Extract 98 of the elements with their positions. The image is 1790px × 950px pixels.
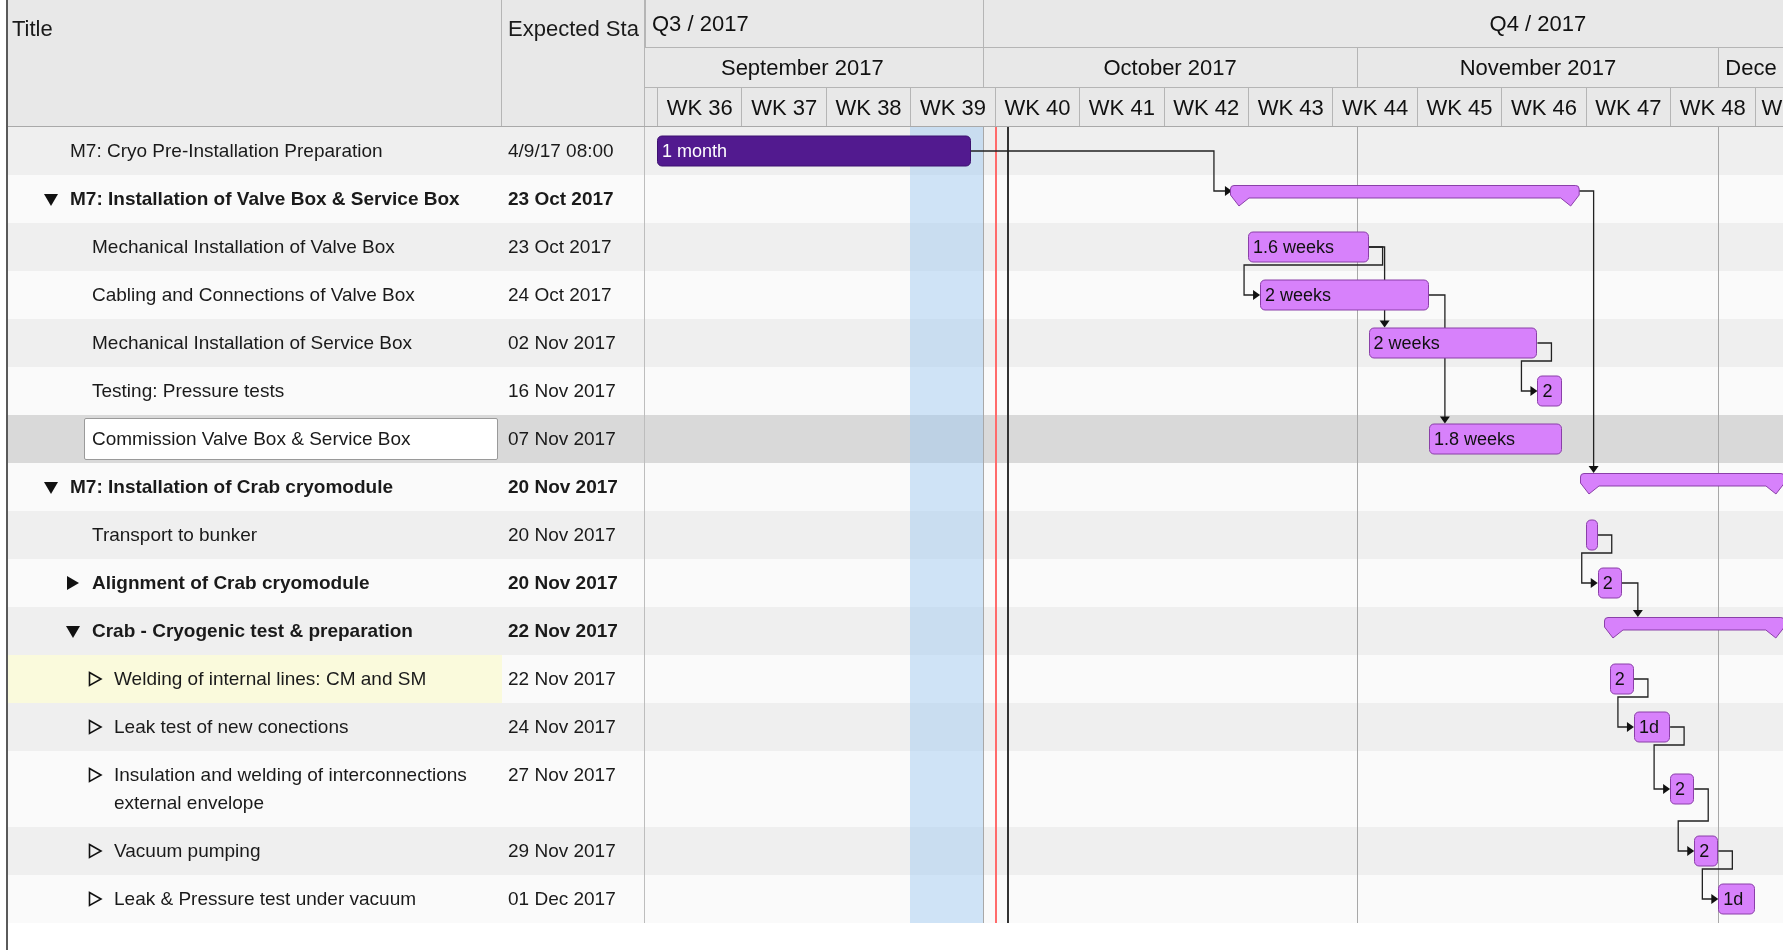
title-edit-field[interactable]: Commission Valve Box & Service Box — [84, 418, 498, 460]
quarter-header: Q4 / 2017 — [982, 0, 1783, 47]
column-header[interactable]: Title — [8, 0, 502, 126]
task-bar[interactable]: 1.8 weeks — [1428, 423, 1562, 455]
week-header: WK 38 — [825, 88, 911, 126]
dependency-arrow — [1581, 534, 1613, 588]
start-date: 23 Oct 2017 — [508, 236, 612, 257]
task-title: M7: Installation of Crab cryomodule — [70, 475, 394, 499]
task-title: Leak test of new conections — [114, 715, 349, 739]
task-bar[interactable]: 2 — [1597, 567, 1622, 599]
task-title: Leak & Pressure test under vacuum — [114, 887, 417, 911]
start-date: 07 Nov 2017 — [508, 428, 616, 449]
task-title: Vacuum pumping — [114, 839, 261, 863]
disclosure-triangle-icon[interactable] — [87, 891, 103, 907]
table-row[interactable]: M7: Installation of Valve Box & Service Box 23 Oct 2017 — [8, 175, 1783, 223]
table-row[interactable]: Commission Valve Box & Service Box 07 Nov 2017 1.8 weeks — [8, 415, 1783, 463]
table-row[interactable]: M7: Installation of Crab cryomodule 20 Nov 2017 — [8, 463, 1783, 511]
table-row[interactable]: Leak & Pressure test under vacuum 01 Dec 2017 1d — [8, 875, 1783, 923]
table-row[interactable]: Mechanical Installation of Service Box 02 Nov 2017 2 weeks — [8, 319, 1783, 367]
table-row[interactable]: Welding of internal lines: CM and SM 22 Nov 2017 2 — [8, 655, 1783, 703]
table-row[interactable]: Insulation and welding of interconnections external envelope 27 Nov 2017 2 — [8, 751, 1783, 827]
task-title: Mechanical Installation of Valve Box — [92, 235, 395, 259]
quarter-header: Q3 / 2017 — [645, 0, 983, 47]
start-date: 24 Nov 2017 — [508, 716, 616, 737]
task-title: Mechanical Installation of Service Box — [92, 331, 412, 355]
disclosure-triangle-icon[interactable] — [65, 623, 81, 639]
task-bar[interactable]: 1.6 weeks — [1248, 231, 1369, 263]
disclosure-triangle-icon[interactable] — [87, 671, 103, 687]
week-header: WK 47 — [1585, 88, 1671, 126]
table-row[interactable]: Vacuum pumping 29 Nov 2017 2 — [8, 827, 1783, 875]
task-title: Testing: Pressure tests — [92, 379, 285, 403]
task-bar[interactable]: 2 weeks — [1260, 279, 1429, 311]
summary-bar[interactable] — [1579, 473, 1783, 495]
task-bar[interactable]: 2 — [1694, 835, 1719, 867]
task-title: Transport to bunker — [92, 523, 258, 547]
task-title: Insulation and welding of interconnections external envelope — [114, 763, 468, 815]
week-header: WK 46 — [1501, 88, 1586, 126]
table-row[interactable]: Leak test of new conections 24 Nov 2017 1d — [8, 703, 1783, 751]
table-row[interactable]: Testing: Pressure tests 16 Nov 2017 2 — [8, 367, 1783, 415]
week-header: WK 40 — [994, 88, 1080, 126]
task-title: Alignment of Crab cryomodule — [92, 571, 370, 595]
week-header: WK 45 — [1416, 88, 1502, 126]
disclosure-triangle-icon[interactable] — [43, 191, 59, 207]
table-row[interactable]: Mechanical Installation of Valve Box 23 Oct 2017 1.6 weeks — [8, 223, 1783, 271]
task-bar[interactable]: 1d — [1633, 711, 1671, 743]
table-row[interactable]: Alignment of Crab cryomodule 20 Nov 2017 2 — [8, 559, 1783, 607]
task-bar[interactable]: 1 month — [657, 135, 971, 167]
month-header: September 2017 — [645, 48, 983, 87]
column-header[interactable]: Expected Sta — [502, 0, 645, 126]
table-row[interactable]: M7: Cryo Pre-Installation Preparation 4/9/17 08:00 1 month — [8, 127, 1783, 175]
task-title: Welding of internal lines: CM and SM — [114, 667, 427, 691]
week-header: WK 41 — [1079, 88, 1164, 126]
task-title: M7: Installation of Valve Box & Service Box — [70, 187, 460, 211]
summary-bar[interactable] — [1603, 617, 1783, 639]
week-header: WK 36 — [657, 88, 742, 126]
start-date: 20 Nov 2017 — [508, 476, 618, 497]
start-date: 22 Nov 2017 — [508, 668, 616, 689]
disclosure-triangle-icon[interactable] — [65, 575, 81, 591]
disclosure-triangle-icon[interactable] — [87, 767, 103, 783]
task-bar[interactable]: 1d — [1718, 883, 1755, 915]
task-bar[interactable] — [1585, 519, 1598, 551]
week-header: WK 39 — [910, 88, 995, 126]
week-header: WK 43 — [1248, 88, 1333, 126]
summary-bar[interactable] — [1229, 185, 1580, 207]
month-header: October 2017 — [982, 48, 1357, 87]
task-title: Crab - Cryogenic test & preparation — [92, 619, 413, 643]
table-row[interactable]: Transport to bunker 20 Nov 2017 — [8, 511, 1783, 559]
start-date: 24 Oct 2017 — [508, 284, 612, 305]
week-header: WK 48 — [1670, 88, 1755, 126]
table-row[interactable]: Cabling and Connections of Valve Box 24 Oct 2017 2 weeks — [8, 271, 1783, 319]
start-date: 22 Nov 2017 — [508, 620, 618, 641]
task-bar[interactable]: 2 — [1609, 663, 1634, 695]
start-date: 01 Dec 2017 — [508, 888, 616, 909]
dependency-arrow — [1621, 582, 1643, 617]
disclosure-triangle-icon[interactable] — [87, 843, 103, 859]
week-header: WK 42 — [1163, 88, 1248, 126]
start-date: 27 Nov 2017 — [508, 764, 616, 785]
start-date: 16 Nov 2017 — [508, 380, 616, 401]
start-date: 02 Nov 2017 — [508, 332, 616, 353]
task-bar[interactable]: 2 — [1670, 773, 1695, 805]
disclosure-triangle-icon[interactable] — [43, 479, 59, 495]
task-title: M7: Cryo Pre-Installation Preparation — [70, 139, 383, 163]
disclosure-triangle-icon[interactable] — [87, 719, 103, 735]
task-bar[interactable]: 2 — [1537, 375, 1562, 407]
start-date: 20 Nov 2017 — [508, 524, 616, 545]
week-header: WK 44 — [1332, 88, 1417, 126]
start-date: 29 Nov 2017 — [508, 840, 616, 861]
task-title: Cabling and Connections of Valve Box — [92, 283, 415, 307]
month-header: Dece — [1718, 48, 1783, 87]
start-date: 20 Nov 2017 — [508, 572, 618, 593]
table-row[interactable]: Crab - Cryogenic test & preparation 22 Nov 2017 — [8, 607, 1783, 655]
task-bar[interactable]: 2 weeks — [1368, 327, 1538, 359]
week-header: WK 37 — [741, 88, 826, 126]
week-header: W — [1754, 88, 1783, 126]
start-date: 4/9/17 08:00 — [508, 140, 614, 161]
start-date: 23 Oct 2017 — [508, 188, 614, 209]
dependency-arrow — [1520, 342, 1553, 396]
month-header: November 2017 — [1356, 48, 1719, 87]
